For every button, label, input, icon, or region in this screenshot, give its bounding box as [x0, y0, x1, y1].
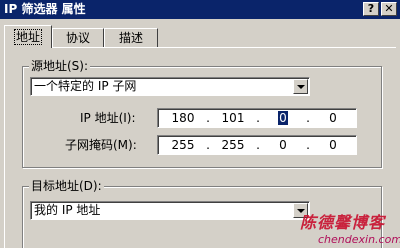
source-address-label: 源地址(S): [29, 59, 91, 73]
ip-address-label: IP 地址(I): [80, 111, 136, 125]
mask-octet-3[interactable]: 0 [266, 138, 300, 152]
mask-octet-2[interactable]: 255 [216, 138, 250, 152]
close-button[interactable]: ✕ [381, 2, 397, 16]
title-bar: IP 筛选器 属性 ? ✕ [0, 0, 400, 19]
mask-octet-1[interactable]: 255 [166, 138, 200, 152]
subnet-mask-label: 子网掩码(M): [65, 138, 137, 152]
tab-description[interactable]: 描述 [104, 28, 158, 48]
mask-separator: . [306, 138, 310, 152]
tab-protocol[interactable]: 协议 [52, 28, 104, 48]
mask-separator: . [206, 138, 210, 152]
ip-octet-1[interactable]: 180 [166, 111, 200, 125]
ip-octet-4[interactable]: 0 [316, 111, 350, 125]
ip-address-field[interactable]: 180 . 101 . 0 . 0 [157, 108, 357, 128]
tab-address-label: 地址 [13, 29, 42, 45]
ip-separator: . [306, 111, 310, 125]
source-address-selected: 一个特定的 IP 子网 [34, 79, 137, 93]
watermark-title: 陈德馨博客 [300, 213, 386, 232]
mask-octet-4[interactable]: 0 [316, 138, 350, 152]
chevron-down-icon[interactable] [293, 79, 308, 94]
watermark: 陈德馨博客 chendexin.com [296, 213, 400, 248]
ip-octet-3-selected: 0 [278, 111, 288, 125]
watermark-url: chendexin.com [318, 233, 400, 246]
source-address-dropdown[interactable]: 一个特定的 IP 子网 [30, 77, 310, 96]
ip-separator: . [206, 111, 210, 125]
destination-address-label: 目标地址(D): [29, 179, 104, 193]
subnet-mask-field[interactable]: 255 . 255 . 0 . 0 [157, 135, 357, 155]
tab-address[interactable]: 地址 [4, 25, 52, 48]
ip-octet-2[interactable]: 101 [216, 111, 250, 125]
help-button[interactable]: ? [363, 2, 379, 16]
mask-separator: . [256, 138, 260, 152]
destination-address-dropdown[interactable]: 我的 IP 地址 [30, 201, 310, 220]
ip-octet-3[interactable]: 0 [266, 111, 300, 125]
ip-filter-properties-dialog: IP 筛选器 属性 ? ✕ 地址 协议 描述 源地址(S): 一个特定的 IP … [0, 0, 400, 248]
ip-separator: . [256, 111, 260, 125]
destination-address-selected: 我的 IP 地址 [34, 203, 101, 217]
window-title: IP 筛选器 属性 [4, 2, 86, 16]
